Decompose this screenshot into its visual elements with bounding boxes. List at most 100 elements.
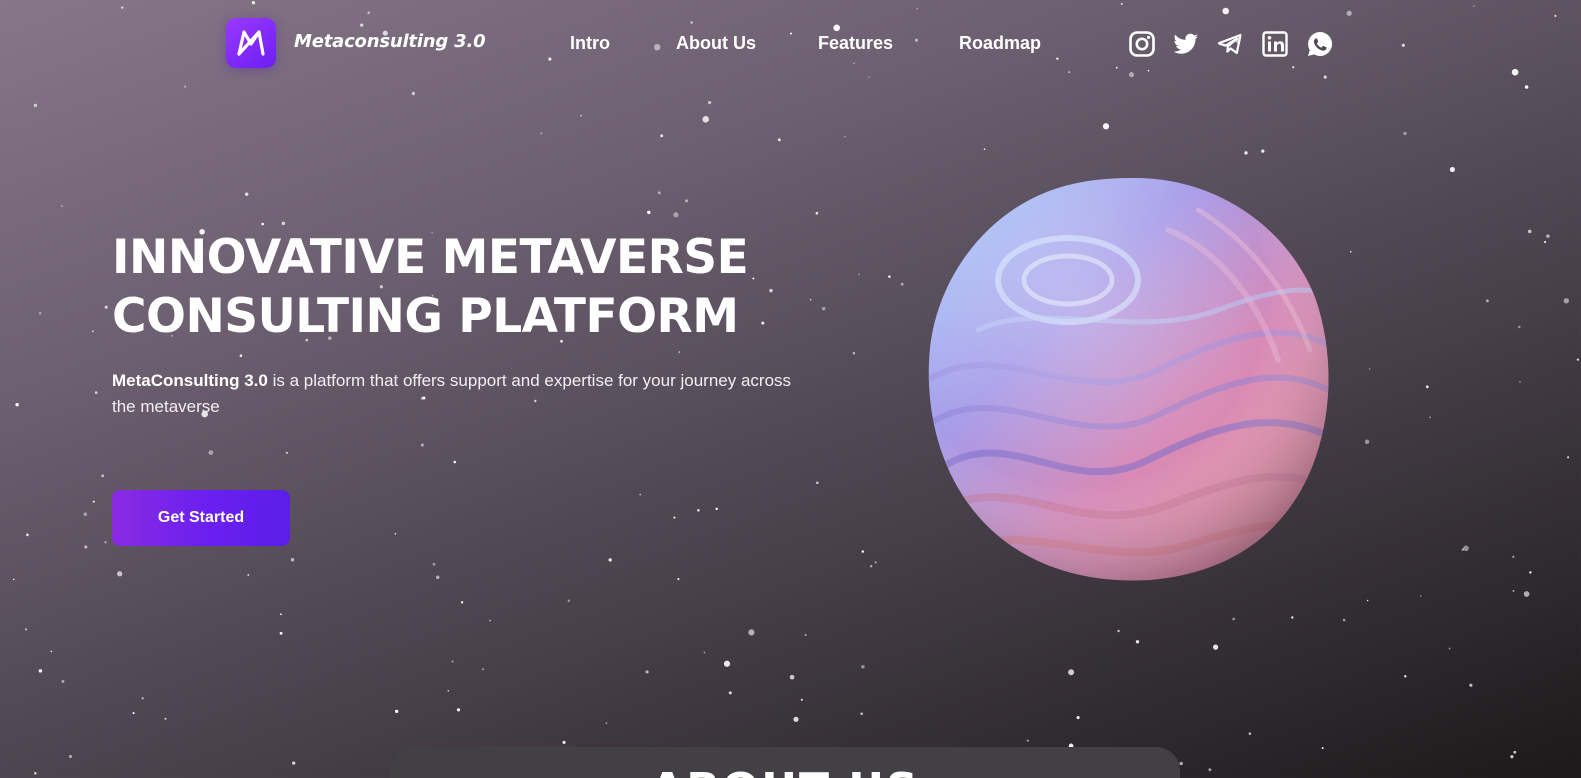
star: [1448, 647, 1451, 650]
star: [15, 402, 19, 407]
star: [1576, 358, 1580, 361]
star: [104, 305, 108, 309]
star: [1485, 299, 1489, 303]
nav-roadmap[interactable]: Roadmap: [959, 33, 1041, 54]
star: [83, 512, 88, 517]
star: [660, 134, 664, 138]
star: [789, 674, 795, 680]
star: [1261, 149, 1265, 153]
nav-features[interactable]: Features: [818, 33, 893, 54]
star: [208, 450, 214, 455]
star: [12, 578, 15, 581]
star: [1120, 2, 1123, 5]
star: [1212, 644, 1219, 650]
star: [1469, 683, 1473, 687]
star: [94, 391, 98, 394]
star: [451, 660, 454, 663]
star: [261, 222, 264, 226]
star: [1179, 761, 1183, 766]
star: [460, 601, 464, 604]
star: [540, 132, 543, 135]
star: [702, 116, 709, 123]
linkedin-link[interactable]: [1261, 30, 1289, 58]
star: [33, 771, 37, 775]
star: [239, 354, 243, 358]
nav-about-us[interactable]: About Us: [676, 33, 756, 54]
star: [1026, 739, 1029, 742]
star: [68, 754, 73, 759]
star: [861, 550, 865, 553]
star: [1292, 66, 1295, 69]
star: [290, 557, 295, 562]
star: [868, 76, 870, 78]
hero-title-line-1: INNOVATIVE METAVERSE: [112, 230, 749, 285]
star: [1463, 545, 1469, 552]
star: [608, 558, 612, 562]
star: [432, 562, 436, 566]
star: [677, 578, 680, 581]
hero-title-line-2: CONSULTING PLATFORM: [112, 289, 739, 344]
star: [639, 493, 641, 496]
star: [580, 114, 582, 117]
star: [1128, 72, 1135, 78]
star: [447, 689, 450, 692]
star: [1208, 768, 1212, 772]
star: [1349, 250, 1352, 253]
brand-logo[interactable]: [226, 18, 276, 68]
star: [703, 651, 706, 654]
star: [395, 709, 399, 714]
star: [1554, 14, 1557, 18]
star: [1404, 675, 1407, 678]
star: [1461, 548, 1464, 551]
star: [61, 679, 65, 683]
star: [605, 722, 608, 724]
star: [26, 533, 29, 537]
star: [1291, 616, 1294, 619]
star: [869, 565, 873, 568]
star: [752, 277, 755, 280]
telegram-link[interactable]: [1216, 30, 1244, 58]
star: [833, 24, 841, 32]
star: [1567, 456, 1570, 459]
star: [843, 135, 846, 138]
star: [245, 192, 249, 196]
nav-intro[interactable]: Intro: [570, 33, 610, 54]
star: [50, 650, 53, 653]
brand-name[interactable]: Metaconsulting 3.0: [294, 31, 486, 52]
instagram-link[interactable]: [1128, 30, 1156, 58]
star: [916, 7, 918, 10]
star: [453, 460, 457, 464]
star: [697, 509, 700, 512]
star: [821, 306, 826, 311]
hero-description-brand: MetaConsulting 3.0: [112, 371, 268, 390]
star: [1527, 229, 1532, 234]
star: [860, 712, 863, 715]
star: [360, 23, 364, 27]
get-started-button[interactable]: Get Started: [112, 490, 290, 546]
star: [853, 62, 855, 65]
star: [888, 275, 891, 278]
star: [815, 481, 819, 485]
star: [117, 571, 123, 577]
star: [1543, 240, 1547, 244]
whatsapp-link[interactable]: [1306, 30, 1334, 58]
star: [1512, 589, 1515, 592]
star: [1518, 325, 1521, 329]
star: [61, 205, 63, 207]
star: [673, 516, 676, 519]
star: [715, 507, 718, 511]
twitter-link[interactable]: [1172, 30, 1200, 58]
linkedin-icon: [1262, 31, 1288, 57]
star: [852, 351, 856, 355]
star: [647, 210, 651, 215]
star: [804, 634, 807, 637]
star: [121, 6, 124, 9]
star: [1513, 750, 1517, 754]
star: [1232, 617, 1236, 621]
star: [809, 298, 812, 301]
star: [769, 288, 773, 293]
star: [247, 574, 250, 576]
star: [548, 57, 552, 61]
star: [653, 43, 661, 51]
star: [184, 85, 187, 88]
